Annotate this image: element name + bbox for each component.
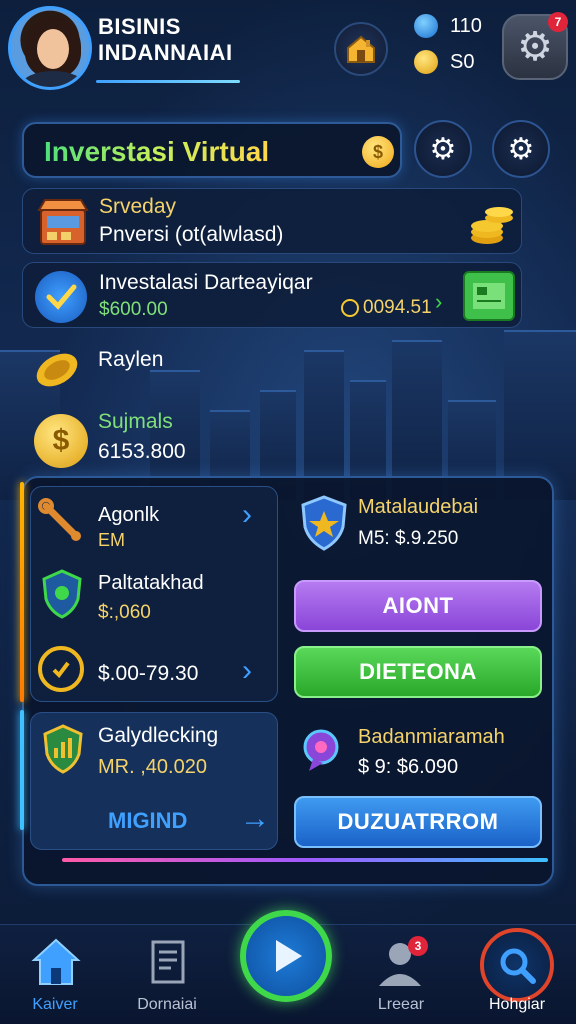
gem-count: 110 — [450, 14, 482, 37]
search-button[interactable] — [480, 928, 554, 1002]
settings-button[interactable]: ⚙ 7 — [502, 12, 568, 80]
home-icon — [31, 938, 81, 985]
title-bar: Inverstasi Virtual $ — [22, 122, 402, 178]
shield-card-value: M5: $.9.250 — [358, 528, 459, 549]
shield-card-title: Matalaudebai — [358, 496, 479, 518]
settings-gear-button-1[interactable]: ⚙ — [414, 120, 472, 178]
shield-star-icon — [298, 494, 350, 552]
player-avatar[interactable] — [8, 6, 92, 90]
shop-icon — [35, 195, 91, 249]
document-icon — [151, 940, 185, 984]
protection-title: Paltatakhad — [98, 572, 204, 594]
wrench-icon — [36, 496, 86, 546]
nav-docs-label: Dornaiai — [137, 996, 197, 1013]
dieteona-button[interactable]: DIETEONA — [294, 646, 542, 698]
player-name-line1: BISINIS — [98, 14, 181, 39]
checkmark-icon — [35, 271, 87, 323]
notification-badge: 7 — [548, 12, 568, 32]
cash-chart-icon — [463, 271, 515, 321]
house-button[interactable] — [334, 22, 388, 76]
investment-badge: 0094.51 — [341, 297, 432, 319]
survey-row[interactable]: Srveday Pnversi (ot(alwlasd) — [22, 188, 522, 254]
investment-value: $600.00 — [99, 299, 168, 320]
nav-home-label: Kaiver — [32, 996, 78, 1013]
gear-icon: ⚙ — [507, 132, 535, 166]
neon-accent-orange — [20, 482, 24, 702]
gem-icon — [414, 14, 438, 38]
investment-row[interactable]: Investalasi Darteayiqar $600.00 0094.51 … — [22, 262, 522, 328]
play-icon — [276, 940, 302, 972]
agent-subtitle: EM — [98, 530, 125, 550]
dollar-coin-icon: $ — [34, 414, 88, 468]
player-name-line2: INDANNAIAI — [98, 40, 233, 65]
gear-icon: ⚙ — [429, 132, 457, 166]
analytics-link[interactable]: MIGIND — [108, 808, 187, 834]
house-icon — [347, 35, 375, 63]
agent-chevron-right-icon[interactable]: › — [242, 498, 252, 532]
coin-icon — [414, 50, 438, 74]
agent-title: Agonlk — [98, 504, 160, 526]
nav-docs[interactable] — [118, 936, 218, 993]
chevron-right-icon: › — [435, 289, 443, 314]
analytics-title: Galydlecking — [98, 724, 219, 747]
chat-bubble-icon — [298, 724, 350, 776]
protection-value: $:,060 — [98, 602, 151, 623]
coin-counter: S0 — [414, 50, 474, 74]
settings-gear-button-2[interactable]: ⚙ — [492, 120, 550, 178]
nav-search-label: Hohgiar — [488, 996, 546, 1013]
neon-accent-blue — [20, 710, 24, 830]
range-value: $.00-79.30 — [98, 662, 199, 685]
nav-profile-label: Lreear — [377, 996, 425, 1013]
gear-icon: ⚙ — [517, 25, 553, 69]
arrow-right-icon[interactable]: → — [240, 802, 270, 836]
summary-title: Sujmals — [98, 410, 173, 433]
gem-counter: 110 — [414, 14, 482, 38]
coin-icon — [341, 299, 359, 317]
investment-badge-value: 0094.51 — [363, 297, 432, 318]
investment-title: Investalasi Darteayiqar — [99, 271, 313, 294]
top-header: BISINIS INDANNAIAI 110 S0 ⚙ 7 — [0, 0, 576, 110]
duzuatrrom-button[interactable]: DUZUATRROM — [294, 796, 542, 848]
summary-value: 6153.800 — [98, 440, 186, 463]
search-icon — [500, 948, 536, 984]
aiont-button[interactable]: AIONT — [294, 580, 542, 632]
dollar-coin-icon: $ — [362, 136, 394, 168]
range-chevron-right-icon[interactable]: › — [242, 654, 252, 688]
reward-title: Raylen — [98, 348, 164, 371]
analytics-value: MR. ,40.020 — [98, 756, 207, 778]
nav-home[interactable] — [6, 936, 106, 993]
shield-leaf-icon — [38, 568, 86, 620]
survey-title: Srveday — [99, 195, 177, 218]
stopwatch-icon — [38, 646, 84, 692]
chart-shield-icon — [40, 724, 86, 774]
nav-profile[interactable]: 3 — [350, 936, 450, 993]
neon-divider — [62, 858, 548, 862]
balance-title: Badanmiaramah — [358, 726, 505, 748]
name-underline — [96, 80, 240, 83]
profile-notification-badge: 3 — [408, 936, 428, 956]
balance-value: $ 9: $6.090 — [358, 756, 459, 778]
survey-subtitle: Pnversi (ot(alwlasd) — [99, 223, 284, 246]
page-title: Inverstasi Virtual — [44, 136, 270, 167]
rocket-coin-icon — [30, 342, 84, 394]
player-name: BISINIS INDANNAIAI — [98, 14, 233, 66]
coin-stack-icon — [463, 195, 519, 249]
coin-count: S0 — [450, 50, 475, 73]
play-button[interactable] — [240, 910, 332, 1002]
city-skyline-background — [0, 300, 576, 500]
